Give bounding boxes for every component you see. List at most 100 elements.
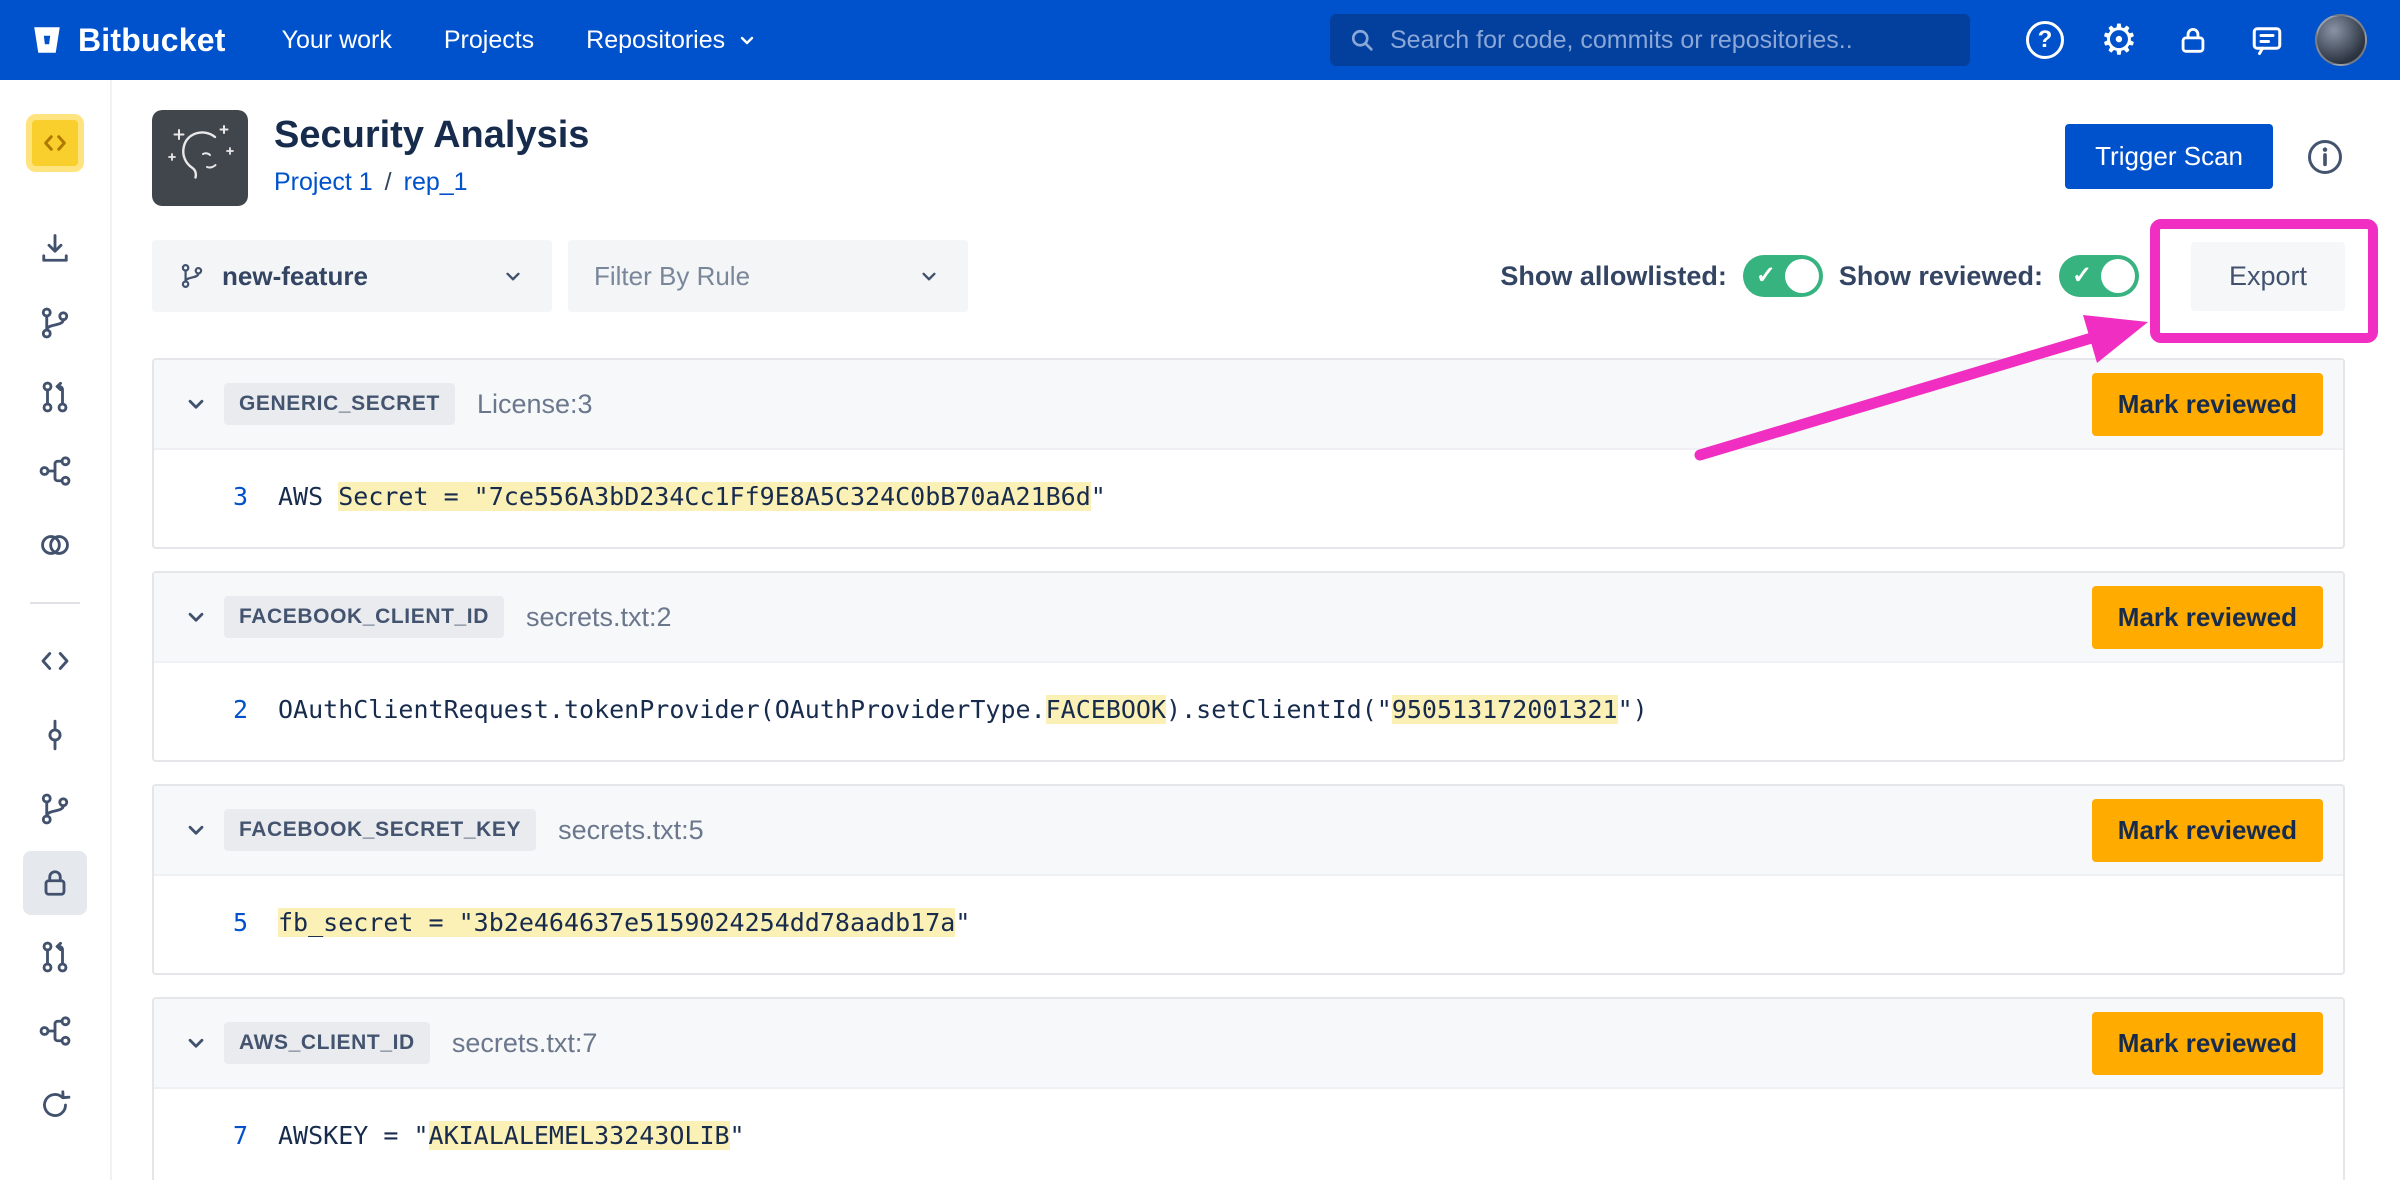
finding-card: GENERIC_SECRET License:3 Mark reviewed 3… (152, 358, 2345, 549)
collapse-chevron-icon[interactable] (174, 595, 218, 639)
title-block: Security Analysis Project 1 / rep_1 (274, 110, 589, 197)
help-button[interactable]: ? (2016, 11, 2074, 69)
rule-filter-placeholder: Filter By Rule (594, 261, 750, 292)
rule-badge: GENERIC_SECRET (224, 383, 455, 425)
pipelines-icon (37, 453, 73, 489)
info-icon[interactable] (2305, 137, 2345, 177)
code-line: OAuthClientRequest.tokenProvider(OAuthPr… (278, 695, 1648, 724)
bitbucket-logo[interactable]: Bitbucket (30, 22, 226, 59)
clone-icon (37, 231, 73, 267)
feedback-button[interactable] (2238, 11, 2296, 69)
trigger-scan-button[interactable]: Trigger Scan (2065, 124, 2273, 189)
mark-reviewed-button[interactable]: Mark reviewed (2092, 1012, 2323, 1075)
finding-location: License:3 (477, 389, 593, 420)
sidebar-item-sync[interactable] (23, 1073, 87, 1137)
secret-highlight: 950513172001321 (1392, 695, 1618, 724)
secret-highlight: fb_secret = "3b2e464637e5159024254dd78aa… (278, 908, 955, 937)
page-header: Security Analysis Project 1 / rep_1 Trig… (152, 110, 2345, 206)
finding-code: 5 fb_secret = "3b2e464637e5159024254dd78… (154, 876, 2343, 973)
sidebar-item-pipelines[interactable] (23, 439, 87, 503)
primary-nav: Your work Projects Repositories (282, 26, 760, 55)
breadcrumb-project-link[interactable]: Project 1 (274, 168, 373, 197)
show-allowlisted-toggle[interactable]: ✓ (1743, 255, 1823, 297)
top-navbar: Bitbucket Your work Projects Repositorie… (0, 0, 2400, 80)
secret-highlight: AKIALALEMEL33243OLIB (429, 1121, 730, 1150)
rule-badge: FACEBOOK_SECRET_KEY (224, 809, 536, 851)
project-avatar (152, 110, 248, 206)
code-line: AWSKEY = "AKIALALEMEL33243OLIB" (278, 1121, 745, 1150)
search-input[interactable] (1390, 26, 1952, 55)
nav-projects[interactable]: Projects (444, 26, 534, 55)
sidebar-item-security[interactable] (23, 851, 87, 915)
code-text: " (955, 908, 970, 937)
mark-reviewed-button[interactable]: Mark reviewed (2092, 799, 2323, 862)
check-icon: ✓ (1756, 261, 1776, 290)
finding-card: FACEBOOK_SECRET_KEY secrets.txt:5 Mark r… (152, 784, 2345, 975)
bitbucket-bucket-icon (30, 23, 64, 57)
code-text: " (730, 1121, 745, 1150)
sync-icon (37, 1087, 73, 1123)
search-icon (1348, 26, 1376, 54)
security-nav-button[interactable] (2164, 11, 2222, 69)
export-button[interactable]: Export (2191, 242, 2345, 311)
collapse-chevron-icon[interactable] (174, 382, 218, 426)
branches-icon (37, 791, 73, 827)
mark-reviewed-button[interactable]: Mark reviewed (2092, 373, 2323, 436)
finding-location: secrets.txt:5 (558, 815, 704, 846)
branch-icon (37, 305, 73, 341)
sidebar-item-forks[interactable] (23, 999, 87, 1063)
help-icon: ? (2026, 21, 2064, 59)
repo-avatar[interactable] (26, 114, 84, 172)
code-text: AWSKEY = " (278, 1121, 429, 1150)
line-number: 5 (206, 908, 248, 937)
sidebar-item-pull-requests-2[interactable] (23, 925, 87, 989)
code-text: ).setClientId(" (1166, 695, 1392, 724)
commits-icon (37, 717, 73, 753)
secret-highlight: Secret = "7ce556A3bD234Cc1Ff9E8A5C324C0b… (338, 482, 1091, 511)
branch-selector-dropdown[interactable]: new-feature (152, 240, 552, 312)
nav-your-work[interactable]: Your work (282, 26, 392, 55)
findings-list: GENERIC_SECRET License:3 Mark reviewed 3… (152, 358, 2345, 1180)
global-search[interactable] (1330, 14, 1970, 66)
sidebar-item-branch[interactable] (23, 291, 87, 355)
finding-code: 2 OAuthClientRequest.tokenProvider(OAuth… (154, 663, 2343, 760)
secret-highlight: FACEBOOK (1046, 695, 1166, 724)
code-text: " (1091, 482, 1106, 511)
collapse-chevron-icon[interactable] (174, 808, 218, 852)
settings-button[interactable]: ⚙ (2090, 11, 2148, 69)
rule-filter-dropdown[interactable]: Filter By Rule (568, 240, 968, 312)
code-text: AWS (278, 482, 338, 511)
code-line: fb_secret = "3b2e464637e5159024254dd78aa… (278, 908, 970, 937)
pull-requests-icon (37, 939, 73, 975)
sidebar-item-clone[interactable] (23, 217, 87, 281)
brand-name: Bitbucket (78, 22, 226, 59)
page-title: Security Analysis (274, 114, 589, 158)
security-lock-icon (37, 865, 73, 901)
profile-button[interactable] (2312, 11, 2370, 69)
sidebar-item-deployments[interactable] (23, 513, 87, 577)
sidebar-item-source[interactable] (23, 629, 87, 693)
sidebar-item-commits[interactable] (23, 703, 87, 767)
finding-header: FACEBOOK_SECRET_KEY secrets.txt:5 Mark r… (154, 786, 2343, 876)
show-reviewed-toggle[interactable]: ✓ (2059, 255, 2139, 297)
toggle-group: Show allowlisted: ✓ Show reviewed: ✓ Exp… (1500, 242, 2345, 311)
chevron-down-icon (500, 263, 526, 289)
finding-code: 7 AWSKEY = "AKIALALEMEL33243OLIB" (154, 1089, 2343, 1180)
nav-repositories[interactable]: Repositories (586, 26, 759, 55)
code-avatar-icon (40, 128, 70, 158)
breadcrumb-repo-link[interactable]: rep_1 (404, 168, 468, 197)
finding-header: FACEBOOK_CLIENT_ID secrets.txt:2 Mark re… (154, 573, 2343, 663)
feedback-icon (2249, 22, 2285, 58)
breadcrumb: Project 1 / rep_1 (274, 168, 589, 197)
sidebar-item-branches[interactable] (23, 777, 87, 841)
code-line: AWS Secret = "7ce556A3bD234Cc1Ff9E8A5C32… (278, 482, 1106, 511)
toggle-knob (1785, 259, 1819, 293)
finding-header: GENERIC_SECRET License:3 Mark reviewed (154, 360, 2343, 450)
forks-icon (37, 1013, 73, 1049)
finding-code: 3 AWS Secret = "7ce556A3bD234Cc1Ff9E8A5C… (154, 450, 2343, 547)
mark-reviewed-button[interactable]: Mark reviewed (2092, 586, 2323, 649)
collapse-chevron-icon[interactable] (174, 1021, 218, 1065)
code-text: OAuthClientRequest.tokenProvider(OAuthPr… (278, 695, 1046, 724)
line-number: 7 (206, 1121, 248, 1150)
sidebar-item-pull-request[interactable] (23, 365, 87, 429)
